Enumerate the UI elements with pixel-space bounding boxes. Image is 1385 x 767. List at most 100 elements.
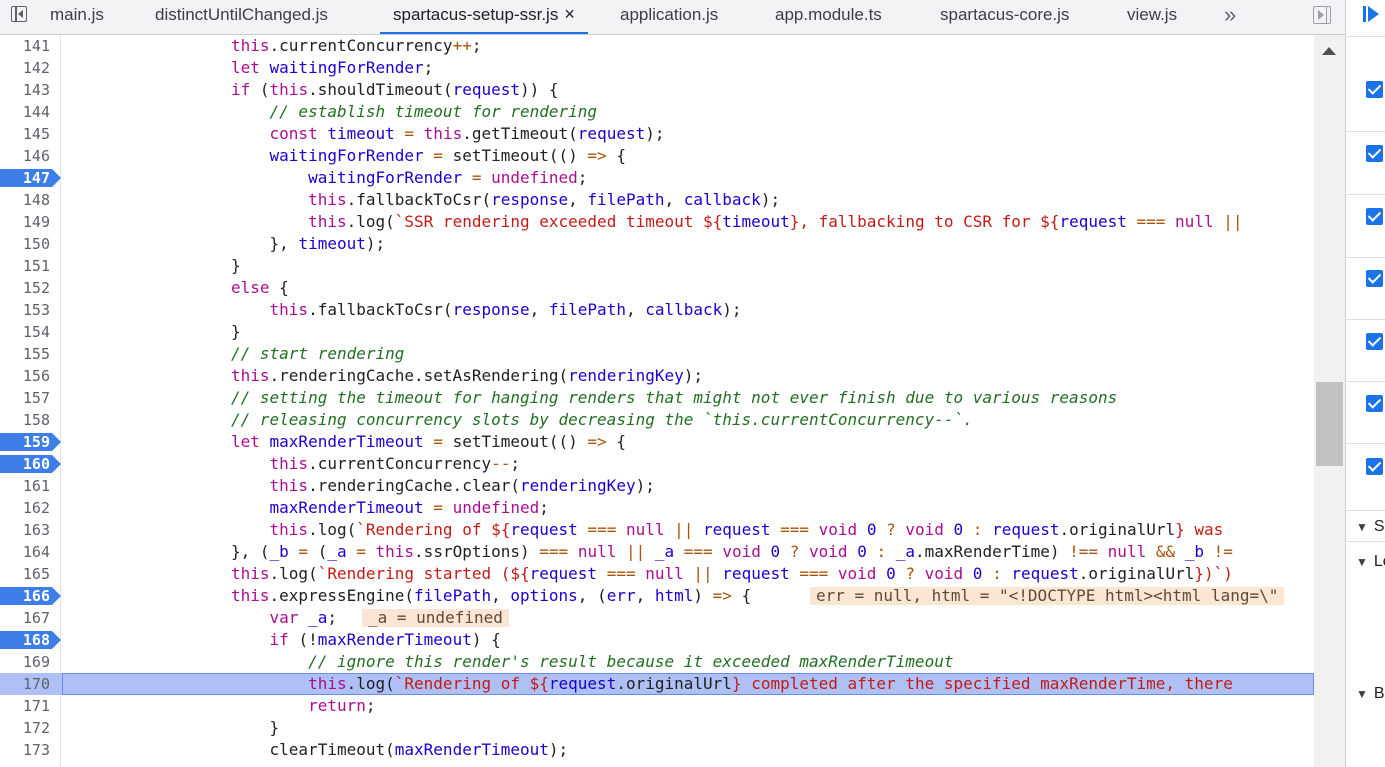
line-number[interactable]: 146: [0, 145, 50, 167]
divider: [1346, 131, 1385, 132]
toggle-debugger-icon[interactable]: [1313, 5, 1331, 24]
line-number[interactable]: 147: [0, 167, 50, 189]
code-text: this.log(`Rendering started (${request =…: [231, 564, 1233, 583]
section-header-b[interactable]: ▼ B: [1356, 685, 1385, 703]
code-line: 167 var _a;: [0, 607, 1314, 629]
code-line: 173 clearTimeout(maxRenderTimeout);: [0, 739, 1314, 761]
line-number[interactable]: 173: [0, 739, 50, 761]
divider: [1346, 36, 1385, 37]
tab-label: application.js: [620, 5, 719, 24]
close-tab-icon[interactable]: ×: [564, 4, 575, 24]
line-number[interactable]: 159: [0, 431, 50, 453]
tab-spartacus-setup-ssr-js[interactable]: spartacus-setup-ssr.js ×: [380, 0, 588, 34]
scrollbar-thumb[interactable]: [1316, 382, 1343, 466]
breakpoint-checkbox[interactable]: [1366, 333, 1383, 350]
code-line: 150 }, timeout);: [0, 233, 1314, 255]
line-number[interactable]: 165: [0, 563, 50, 585]
line-number[interactable]: 170: [0, 673, 50, 695]
line-number[interactable]: 160: [0, 453, 50, 475]
tab-view-js[interactable]: view.js: [1127, 0, 1177, 34]
line-number[interactable]: 150: [0, 233, 50, 255]
editor-scrollbar[interactable]: [1314, 35, 1345, 767]
scroll-up-arrow-icon[interactable]: [1322, 47, 1336, 55]
line-number[interactable]: 172: [0, 717, 50, 739]
line-number[interactable]: 155: [0, 343, 50, 365]
code-line: 165 this.log(`Rendering started (${reques…: [0, 563, 1314, 585]
line-number[interactable]: 168: [0, 629, 50, 651]
code-line: 157 // setting the timeout for hanging re…: [0, 387, 1314, 409]
section-label: Lo: [1373, 553, 1385, 570]
line-number[interactable]: 151: [0, 255, 50, 277]
code-text: // setting the timeout for hanging rende…: [231, 388, 1118, 407]
line-number[interactable]: 167: [0, 607, 50, 629]
line-number[interactable]: 149: [0, 211, 50, 233]
line-number[interactable]: 157: [0, 387, 50, 409]
breakpoint-checkbox[interactable]: [1366, 81, 1383, 98]
code-text: this.expressEngine(filePath, options, (e…: [231, 586, 752, 605]
code-line: 171 return;: [0, 695, 1314, 717]
code-line: 161 this.renderingCache.clear(renderingK…: [0, 475, 1314, 497]
breakpoint-checkbox[interactable]: [1366, 270, 1383, 287]
line-number[interactable]: 166: [0, 585, 50, 607]
code-line: 172 }: [0, 717, 1314, 739]
more-tabs-icon[interactable]: »: [1224, 2, 1236, 28]
tab-application-js[interactable]: application.js: [620, 0, 718, 34]
collapse-triangle-icon: ▼: [1356, 555, 1368, 569]
breakpoint-checkbox[interactable]: [1366, 458, 1383, 475]
code-text: waitingForRender = undefined;: [308, 168, 588, 187]
toggle-navigator-icon[interactable]: [11, 5, 27, 22]
tab-distinct-until-changed-js[interactable]: distinctUntilChanged.js: [155, 0, 328, 34]
code-line: 154}: [0, 321, 1314, 343]
line-number[interactable]: 153: [0, 299, 50, 321]
code-text: let waitingForRender;: [231, 58, 434, 77]
code-text: }, (_b = (_a = this.ssrOptions) === null…: [231, 542, 1233, 561]
editor-tab-bar: main.js distinctUntilChanged.js spartacu…: [0, 0, 1345, 35]
code-editor[interactable]: 141 this.currentConcurrency++; 142 let wait…: [0, 35, 1314, 767]
code-line: 169 // ignore this render's result becau…: [0, 651, 1314, 673]
line-number[interactable]: 162: [0, 497, 50, 519]
line-number[interactable]: 154: [0, 321, 50, 343]
line-number[interactable]: 163: [0, 519, 50, 541]
code-text: }: [231, 322, 241, 341]
code-line: 144 // establish timeout for rendering: [0, 101, 1314, 123]
line-number[interactable]: 161: [0, 475, 50, 497]
code-line: 168 if (!maxRenderTimeout) {: [0, 629, 1314, 651]
line-number[interactable]: 152: [0, 277, 50, 299]
line-number[interactable]: 169: [0, 651, 50, 673]
line-number[interactable]: 148: [0, 189, 50, 211]
breakpoint-checkbox[interactable]: [1366, 395, 1383, 412]
code-text: // releasing concurrency slots by decrea…: [231, 410, 973, 429]
line-number[interactable]: 141: [0, 35, 50, 57]
code-line: 142 let waitingForRender;: [0, 57, 1314, 79]
current-execution-line: 170 this.log(`Rendering of ${request.ori…: [0, 673, 1314, 695]
tab-label: distinctUntilChanged.js: [155, 5, 328, 24]
resume-execution-icon[interactable]: [1363, 6, 1379, 22]
line-number[interactable]: 158: [0, 409, 50, 431]
divider: [1346, 443, 1385, 444]
section-label: S: [1373, 518, 1385, 535]
tab-main-js[interactable]: main.js: [50, 0, 104, 34]
line-number[interactable]: 171: [0, 695, 50, 717]
line-number[interactable]: 143: [0, 79, 50, 101]
section-header-local[interactable]: ▼ Lo: [1356, 553, 1385, 571]
code-text: // start rendering: [231, 344, 405, 363]
line-number[interactable]: 145: [0, 123, 50, 145]
code-line: 145 const timeout = this.getTimeout(requ…: [0, 123, 1314, 145]
line-number[interactable]: 156: [0, 365, 50, 387]
code-line: 147 waitingForRender = undefined;: [0, 167, 1314, 189]
code-text: else {: [231, 278, 289, 297]
line-number[interactable]: 142: [0, 57, 50, 79]
tab-spartacus-core-js[interactable]: spartacus-core.js: [940, 0, 1069, 34]
tab-app-module-ts[interactable]: app.module.ts: [775, 0, 882, 34]
code-text: this.renderingCache.clear(renderingKey);: [269, 476, 655, 495]
line-number[interactable]: 144: [0, 101, 50, 123]
breakpoint-checkbox[interactable]: [1366, 208, 1383, 225]
code-line: 146 waitingForRender = setTimeout(() => …: [0, 145, 1314, 167]
section-header-scope[interactable]: ▼ S: [1356, 518, 1385, 536]
line-number[interactable]: 164: [0, 541, 50, 563]
breakpoint-checkbox[interactable]: [1366, 145, 1383, 162]
code-text: maxRenderTimeout = undefined;: [269, 498, 549, 517]
code-text: this.log(`Rendering of ${request === nul…: [269, 520, 1224, 539]
code-line: 162 maxRenderTimeout = undefined;: [0, 497, 1314, 519]
debugger-sidebar: ▼S ▼ Lo ▼B: [1345, 0, 1385, 767]
